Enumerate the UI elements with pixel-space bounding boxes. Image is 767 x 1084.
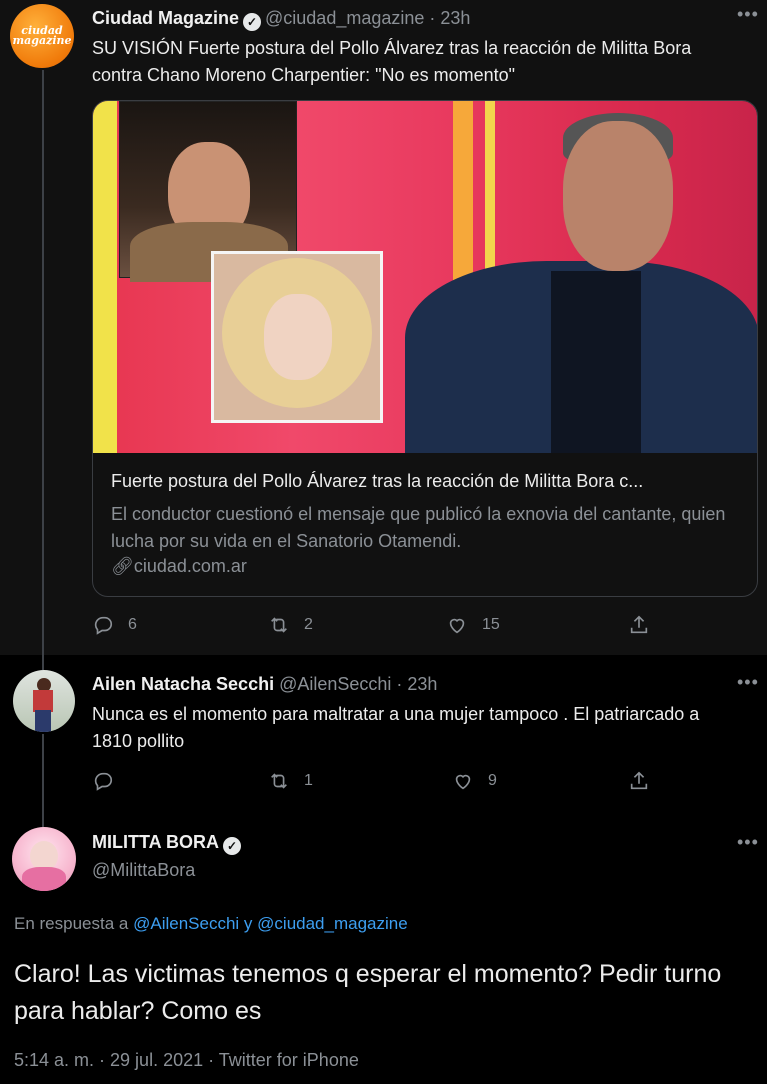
author-name[interactable]: Ailen Natacha Secchi — [92, 674, 274, 694]
thread-line — [42, 70, 44, 670]
reply-button[interactable]: 6 — [92, 614, 268, 636]
tweet-actions: 1 9 — [92, 770, 664, 792]
link-icon: 🔗︎ — [111, 556, 134, 576]
more-icon[interactable]: ••• — [737, 672, 759, 693]
mention-link[interactable]: @AilenSecchi — [133, 914, 239, 933]
reply-icon — [94, 616, 113, 635]
share-button[interactable] — [628, 614, 664, 636]
tweet-header: Ailen Natacha Secchi @AilenSecchi · 23h — [92, 674, 437, 695]
tweet-timestamp[interactable]: 5:14 a. m. · 29 jul. 2021 · Twitter for … — [14, 1050, 359, 1071]
author-handle[interactable]: @MilittaBora — [92, 860, 195, 881]
share-icon — [630, 615, 648, 634]
reply-conjunction: y — [243, 914, 253, 933]
tweet-actions: 6 2 15 — [92, 614, 664, 636]
like-button[interactable]: 9 — [452, 770, 628, 792]
tweet-text: Nunca es el momento para maltratar a una… — [92, 704, 700, 751]
avatar-ailen-secchi[interactable] — [13, 670, 75, 732]
card-domain-text: ciudad.com.ar — [133, 556, 247, 576]
verified-icon: ✓ — [222, 837, 241, 855]
tweet-header: MILITTA BORA ✓ — [92, 832, 245, 855]
author-handle[interactable]: @ciudad_magazine · 23h — [265, 8, 470, 28]
retweet-count: 1 — [304, 772, 313, 789]
avatar-ciudad-magazine[interactable]: ciudad magazine — [10, 4, 74, 68]
photo-woman-inset — [211, 251, 383, 423]
like-count: 15 — [482, 616, 500, 633]
author-name[interactable]: Ciudad Magazine — [92, 8, 239, 28]
like-count: 9 — [488, 772, 497, 789]
retweet-count: 2 — [304, 616, 313, 633]
verified-icon: ✓ — [243, 13, 262, 31]
thread-line — [42, 734, 44, 828]
like-icon — [449, 618, 465, 634]
reply-button[interactable] — [92, 770, 268, 792]
retweet-button[interactable]: 1 — [268, 770, 452, 792]
author-name[interactable]: MILITTA BORA — [92, 832, 219, 852]
card-domain: 🔗︎ciudad.com.ar — [111, 556, 247, 577]
reply-count: 6 — [128, 616, 137, 633]
retweet-icon — [271, 617, 287, 633]
share-button[interactable] — [628, 770, 664, 792]
tweet-text: SU VISIÓN Fuerte postura del Pollo Álvar… — [92, 38, 692, 85]
mention-link[interactable]: @ciudad_magazine — [257, 914, 408, 933]
like-button[interactable]: 15 — [446, 614, 628, 636]
tweet-text: Claro! Las victimas tenemos q esperar el… — [14, 960, 722, 1025]
more-icon[interactable]: ••• — [737, 4, 759, 25]
reply-context: En respuesta a @AilenSecchi y @ciudad_ma… — [14, 914, 408, 934]
tweet-header: Ciudad Magazine ✓ @ciudad_magazine · 23h — [92, 8, 470, 31]
card-description: El conductor cuestionó el mensaje que pu… — [111, 504, 726, 551]
card-image — [93, 101, 757, 453]
link-card[interactable]: Fuerte postura del Pollo Álvarez tras la… — [92, 100, 758, 597]
avatar-logo-line2: magazine — [12, 34, 72, 47]
retweet-button[interactable]: 2 — [268, 614, 446, 636]
retweet-icon — [271, 773, 287, 789]
author-handle[interactable]: @AilenSecchi · 23h — [279, 674, 437, 694]
share-icon — [630, 771, 648, 790]
card-title[interactable]: Fuerte postura del Pollo Álvarez tras la… — [111, 471, 643, 492]
more-icon[interactable]: ••• — [737, 832, 759, 853]
like-icon — [455, 774, 471, 790]
avatar-militta-bora[interactable] — [12, 827, 76, 891]
reply-icon — [94, 772, 113, 791]
reply-prefix: En respuesta a — [14, 914, 129, 933]
